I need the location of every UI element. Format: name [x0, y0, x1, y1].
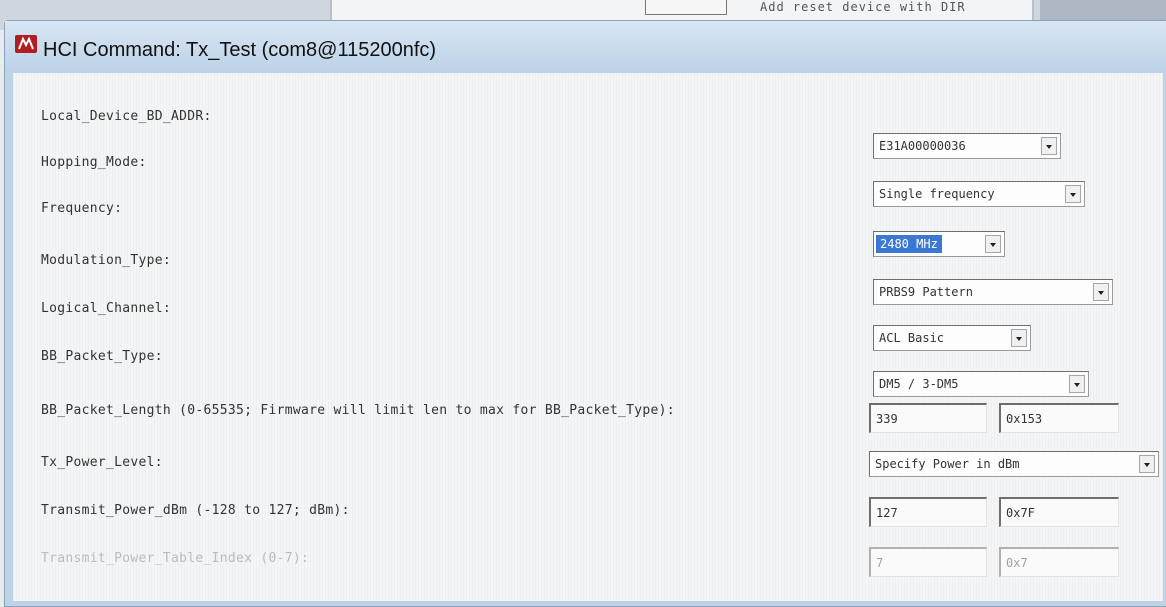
packet-type-select[interactable]: DM5 / 3-DM5	[873, 371, 1089, 397]
packet-type-label: BB_Packet_Type:	[41, 349, 163, 364]
transmit-power-hex-value: 0x7F	[1006, 506, 1035, 520]
packet-type-value: DM5 / 3-DM5	[879, 377, 959, 391]
chevron-down-icon[interactable]	[1139, 455, 1155, 473]
hopping-mode-select[interactable]: Single frequency	[873, 181, 1085, 207]
modulation-type-label: Modulation_Type:	[41, 253, 172, 268]
tx-power-level-value: Specify Power in dBm	[875, 457, 1020, 471]
packet-length-hex-value: 0x153	[1006, 412, 1043, 426]
packet-length-label: BB_Packet_Length (0-65535; Firmware will…	[41, 403, 675, 418]
transmit-power-hex-input[interactable]: 0x7F	[999, 497, 1119, 527]
background-text: Add reset device with DIR	[760, 0, 966, 14]
logical-channel-value: ACL Basic	[879, 331, 945, 345]
power-table-index-hex-value: 0x7	[1006, 556, 1028, 570]
power-table-index-label: Transmit_Power_Table_Index (0-7):	[41, 551, 310, 566]
chevron-down-icon[interactable]	[1011, 329, 1027, 347]
hopping-mode-value: Single frequency	[879, 187, 995, 201]
packet-length-dec-input[interactable]: 339	[869, 403, 987, 433]
transmit-power-label: Transmit_Power_dBm (-128 to 127; dBm):	[41, 503, 350, 518]
chevron-down-icon[interactable]	[1065, 185, 1081, 203]
chevron-down-icon[interactable]	[1069, 375, 1085, 393]
packet-length-hex-input[interactable]: 0x153	[999, 403, 1119, 433]
tx-power-level-select[interactable]: Specify Power in dBm	[869, 451, 1159, 477]
logical-channel-label: Logical_Channel:	[41, 301, 172, 316]
frequency-select[interactable]: 2480 MHz	[873, 231, 1005, 257]
hopping-mode-label: Hopping_Mode:	[41, 155, 147, 170]
hci-command-dialog: HCI Command: Tx_Test (com8@115200nfc) Lo…	[4, 20, 1166, 607]
tx-power-level-label: Tx_Power_Level:	[41, 455, 163, 470]
title-bar[interactable]: HCI Command: Tx_Test (com8@115200nfc)	[5, 21, 1166, 73]
background-button	[645, 0, 727, 15]
dialog-body: Local_Device_BD_ADDR: E31A00000036 Hoppi…	[13, 73, 1163, 601]
frequency-value: 2480 MHz	[876, 235, 942, 253]
transmit-power-dec-value: 127	[876, 506, 898, 520]
dialog-title: HCI Command: Tx_Test (com8@115200nfc)	[43, 39, 437, 61]
chevron-down-icon[interactable]	[1041, 137, 1057, 155]
power-table-index-dec-value: 7	[876, 556, 884, 570]
packet-length-dec-value: 339	[876, 412, 898, 426]
bd-addr-value: E31A00000036	[879, 139, 966, 153]
modulation-type-select[interactable]: PRBS9 Pattern	[873, 279, 1113, 305]
bd-addr-label: Local_Device_BD_ADDR:	[41, 109, 212, 124]
chevron-down-icon[interactable]	[1093, 283, 1109, 301]
chevron-down-icon[interactable]	[985, 235, 1001, 253]
power-table-index-hex-input: 0x7	[999, 547, 1119, 577]
bluetooth-app-icon	[15, 35, 37, 53]
modulation-type-value: PRBS9 Pattern	[879, 285, 973, 299]
transmit-power-dec-input[interactable]: 127	[869, 497, 987, 527]
power-table-index-dec-input: 7	[869, 547, 987, 577]
frequency-label: Frequency:	[41, 201, 123, 216]
logical-channel-select[interactable]: ACL Basic	[873, 325, 1031, 351]
bd-addr-select[interactable]: E31A00000036	[873, 133, 1061, 159]
